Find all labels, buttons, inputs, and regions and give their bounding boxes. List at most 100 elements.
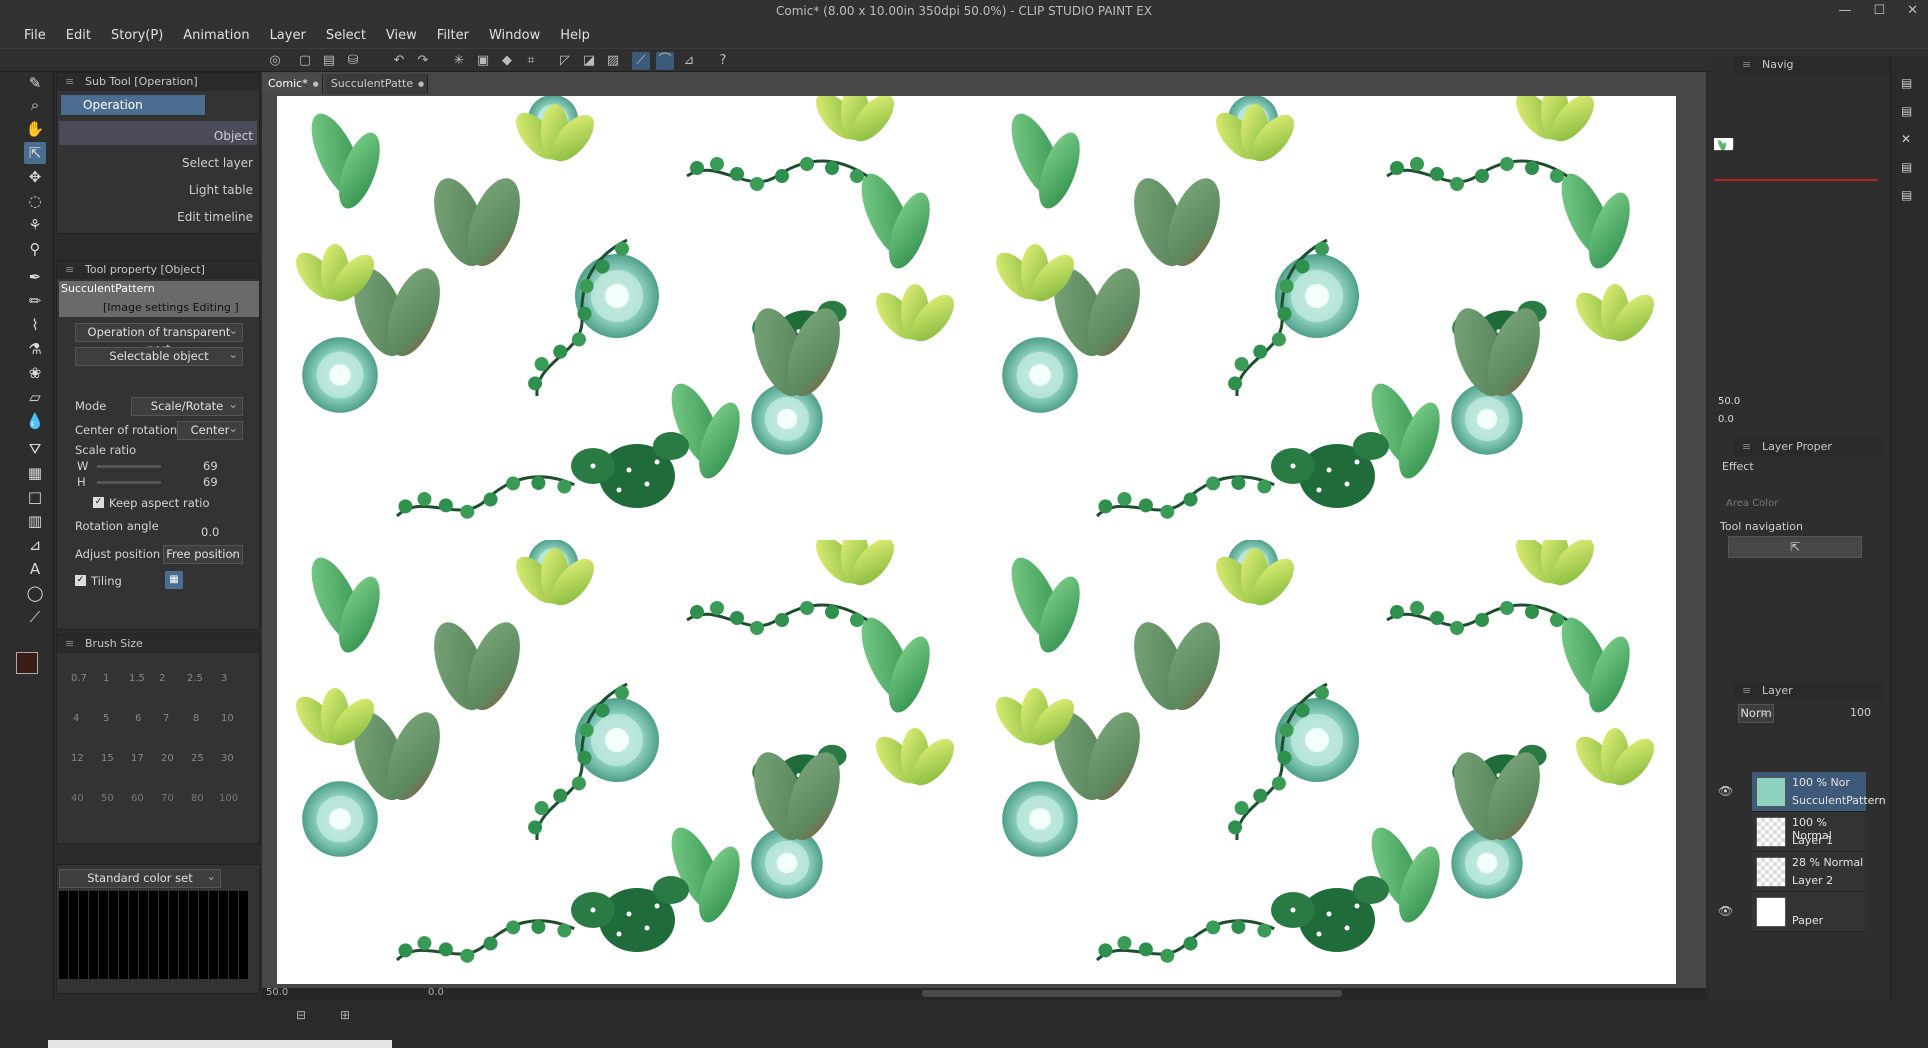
brush-size-7[interactable]: 5 <box>103 713 109 724</box>
clip-studio-icon[interactable]: ◎ <box>266 52 284 70</box>
canvas-angle-value[interactable]: 0.0 <box>428 987 444 998</box>
brush-size-2[interactable]: 1.5 <box>129 673 145 684</box>
snap-special-ruler-icon[interactable]: ⌒ <box>656 52 674 70</box>
brush-size-19[interactable]: 50 <box>101 793 114 804</box>
ruler-icon[interactable]: ⊿ <box>24 534 46 556</box>
timeline-icon[interactable]: ⊟ <box>296 1008 306 1022</box>
save-icon[interactable]: ⛁ <box>344 52 362 70</box>
subtool-group-operation[interactable]: Operation <box>61 95 205 115</box>
blend-mode-dropdown[interactable]: Norm <box>1738 703 1774 723</box>
brush-size-18[interactable]: 40 <box>71 793 84 804</box>
navigator-zoom[interactable]: 50.0 <box>1718 396 1740 407</box>
navigator-preview[interactable] <box>1714 138 1878 242</box>
subtool-object[interactable]: Object <box>59 121 257 145</box>
width-value[interactable]: 69 <box>203 459 218 473</box>
decoration-icon[interactable]: ❀ <box>24 362 46 384</box>
layer-row-layer1[interactable]: 100 % Normal Layer 1 <box>1752 812 1866 852</box>
menu-layer[interactable]: Layer <box>260 28 316 43</box>
brush-size-20[interactable]: 60 <box>131 793 144 804</box>
figure-icon[interactable]: □ <box>24 486 46 508</box>
tool-navigation-button[interactable]: ⇱ <box>1728 536 1862 558</box>
brush-size-9[interactable]: 7 <box>163 713 169 724</box>
color-palette-grid[interactable] <box>59 891 249 979</box>
layer-opacity-value[interactable]: 100 <box>1850 706 1871 719</box>
operation-tool-icon[interactable]: ⇱ <box>24 142 46 164</box>
brush-size-17[interactable]: 30 <box>221 753 234 764</box>
tab-comic[interactable]: Comic* <box>262 74 323 94</box>
brush-size-15[interactable]: 20 <box>161 753 174 764</box>
zoom-tool-icon[interactable]: ⌕ <box>24 94 46 116</box>
search-layer-icon[interactable]: ▤ <box>1901 188 1912 202</box>
airbrush-icon[interactable]: ⚗ <box>24 338 46 360</box>
help-icon[interactable]: ? <box>714 52 732 70</box>
tiling-mode-icon[interactable]: ▦ <box>165 571 183 589</box>
transparent-part-dropdown[interactable]: Operation of transparent part <box>75 322 243 356</box>
transform-icon[interactable]: ⌗ <box>522 52 540 70</box>
brush-size-10[interactable]: 8 <box>193 713 199 724</box>
pencil-icon[interactable]: ✏ <box>24 290 46 312</box>
brush-size-5[interactable]: 3 <box>221 673 227 684</box>
gradient-icon[interactable]: ▦ <box>24 462 46 484</box>
layer-row-succulent[interactable]: 100 % Nor SucculentPattern <box>1752 772 1886 812</box>
correct-line-icon[interactable]: ⟋ <box>24 606 46 628</box>
height-slider[interactable] <box>97 481 161 484</box>
material-icon[interactable]: ▤ <box>1901 76 1912 90</box>
brush-size-22[interactable]: 80 <box>191 793 204 804</box>
rotation-angle-value[interactable]: 0.0 <box>201 525 219 539</box>
text-tool-icon[interactable]: A <box>24 558 46 580</box>
snap-grid-icon[interactable]: ⊿ <box>680 52 698 70</box>
snap-ruler-icon[interactable]: ⟋ <box>632 52 650 70</box>
lasso-tool-icon[interactable]: ◌ <box>24 190 46 212</box>
brush-icon[interactable]: ⌇ <box>24 314 46 336</box>
close-panel-icon[interactable]: ✕ <box>1901 132 1911 146</box>
center-rotation-dropdown[interactable]: Center <box>177 420 243 440</box>
show-selection-icon[interactable]: ▨ <box>604 52 622 70</box>
layer-row-paper[interactable]: Paper <box>1752 892 1866 932</box>
brush-size-14[interactable]: 17 <box>131 753 144 764</box>
canvas-paper[interactable] <box>277 96 1676 984</box>
eye-visible-icon[interactable]: 👁 <box>1718 784 1733 798</box>
image-settings-preview[interactable]: SucculentPattern [Image settings Editing… <box>59 281 259 317</box>
brush-size-16[interactable]: 25 <box>191 753 204 764</box>
menu-filter[interactable]: Filter <box>427 28 479 43</box>
hand-tool-icon[interactable]: ✋ <box>24 118 46 140</box>
menu-edit[interactable]: Edit <box>56 28 101 43</box>
width-slider[interactable] <box>97 465 161 468</box>
navigator-angle[interactable]: 0.0 <box>1718 414 1734 425</box>
blend-icon[interactable]: 💧 <box>24 410 46 432</box>
undo-icon[interactable]: ↶ <box>390 52 408 70</box>
subtool-edit-timeline[interactable]: Edit timeline <box>59 202 257 226</box>
main-color-swatch[interactable] <box>16 652 38 674</box>
deselect-icon[interactable]: ◸ <box>556 52 574 70</box>
close-icon[interactable]: ✕ <box>1907 0 1918 22</box>
menu-help[interactable]: Help <box>550 28 600 43</box>
balloon-icon[interactable]: ◯ <box>24 582 46 604</box>
menu-file[interactable]: File <box>14 28 56 43</box>
subtool-select-layer[interactable]: Select layer <box>59 148 257 172</box>
pen-tool-icon[interactable]: ✎ <box>24 72 46 94</box>
clear-icon[interactable]: ✳ <box>450 52 468 70</box>
brush-size-3[interactable]: 2 <box>159 673 165 684</box>
brush-size-1[interactable]: 1 <box>103 673 109 684</box>
frame-border-icon[interactable]: ▥ <box>24 510 46 532</box>
horizontal-scrollbar[interactable] <box>922 990 1342 997</box>
minimize-icon[interactable]: — <box>1838 0 1851 22</box>
brush-size-11[interactable]: 10 <box>221 713 234 724</box>
brush-size-8[interactable]: 6 <box>135 713 141 724</box>
auto-action-icon[interactable]: ⊞ <box>340 1008 350 1022</box>
color-set-dropdown[interactable]: Standard color set <box>59 868 221 888</box>
redo-icon[interactable]: ↷ <box>414 52 432 70</box>
maximize-icon[interactable]: ☐ <box>1873 0 1885 22</box>
menu-story[interactable]: Story(P) <box>101 28 173 43</box>
brush-size-21[interactable]: 70 <box>161 793 174 804</box>
move-layer-tool-icon[interactable]: ✥ <box>24 166 46 188</box>
tiling-checkbox[interactable]: ✓ <box>75 575 86 586</box>
layer-row-layer2[interactable]: 28 % Normal Layer 2 <box>1752 852 1866 892</box>
menu-select[interactable]: Select <box>316 28 376 43</box>
history-icon[interactable]: ▤ <box>1901 104 1912 118</box>
brush-size-13[interactable]: 15 <box>101 753 114 764</box>
menu-window[interactable]: Window <box>479 28 550 43</box>
menu-animation[interactable]: Animation <box>173 28 259 43</box>
keep-aspect-checkbox[interactable]: ✓ <box>93 497 104 508</box>
new-icon[interactable]: ▢ <box>296 52 314 70</box>
